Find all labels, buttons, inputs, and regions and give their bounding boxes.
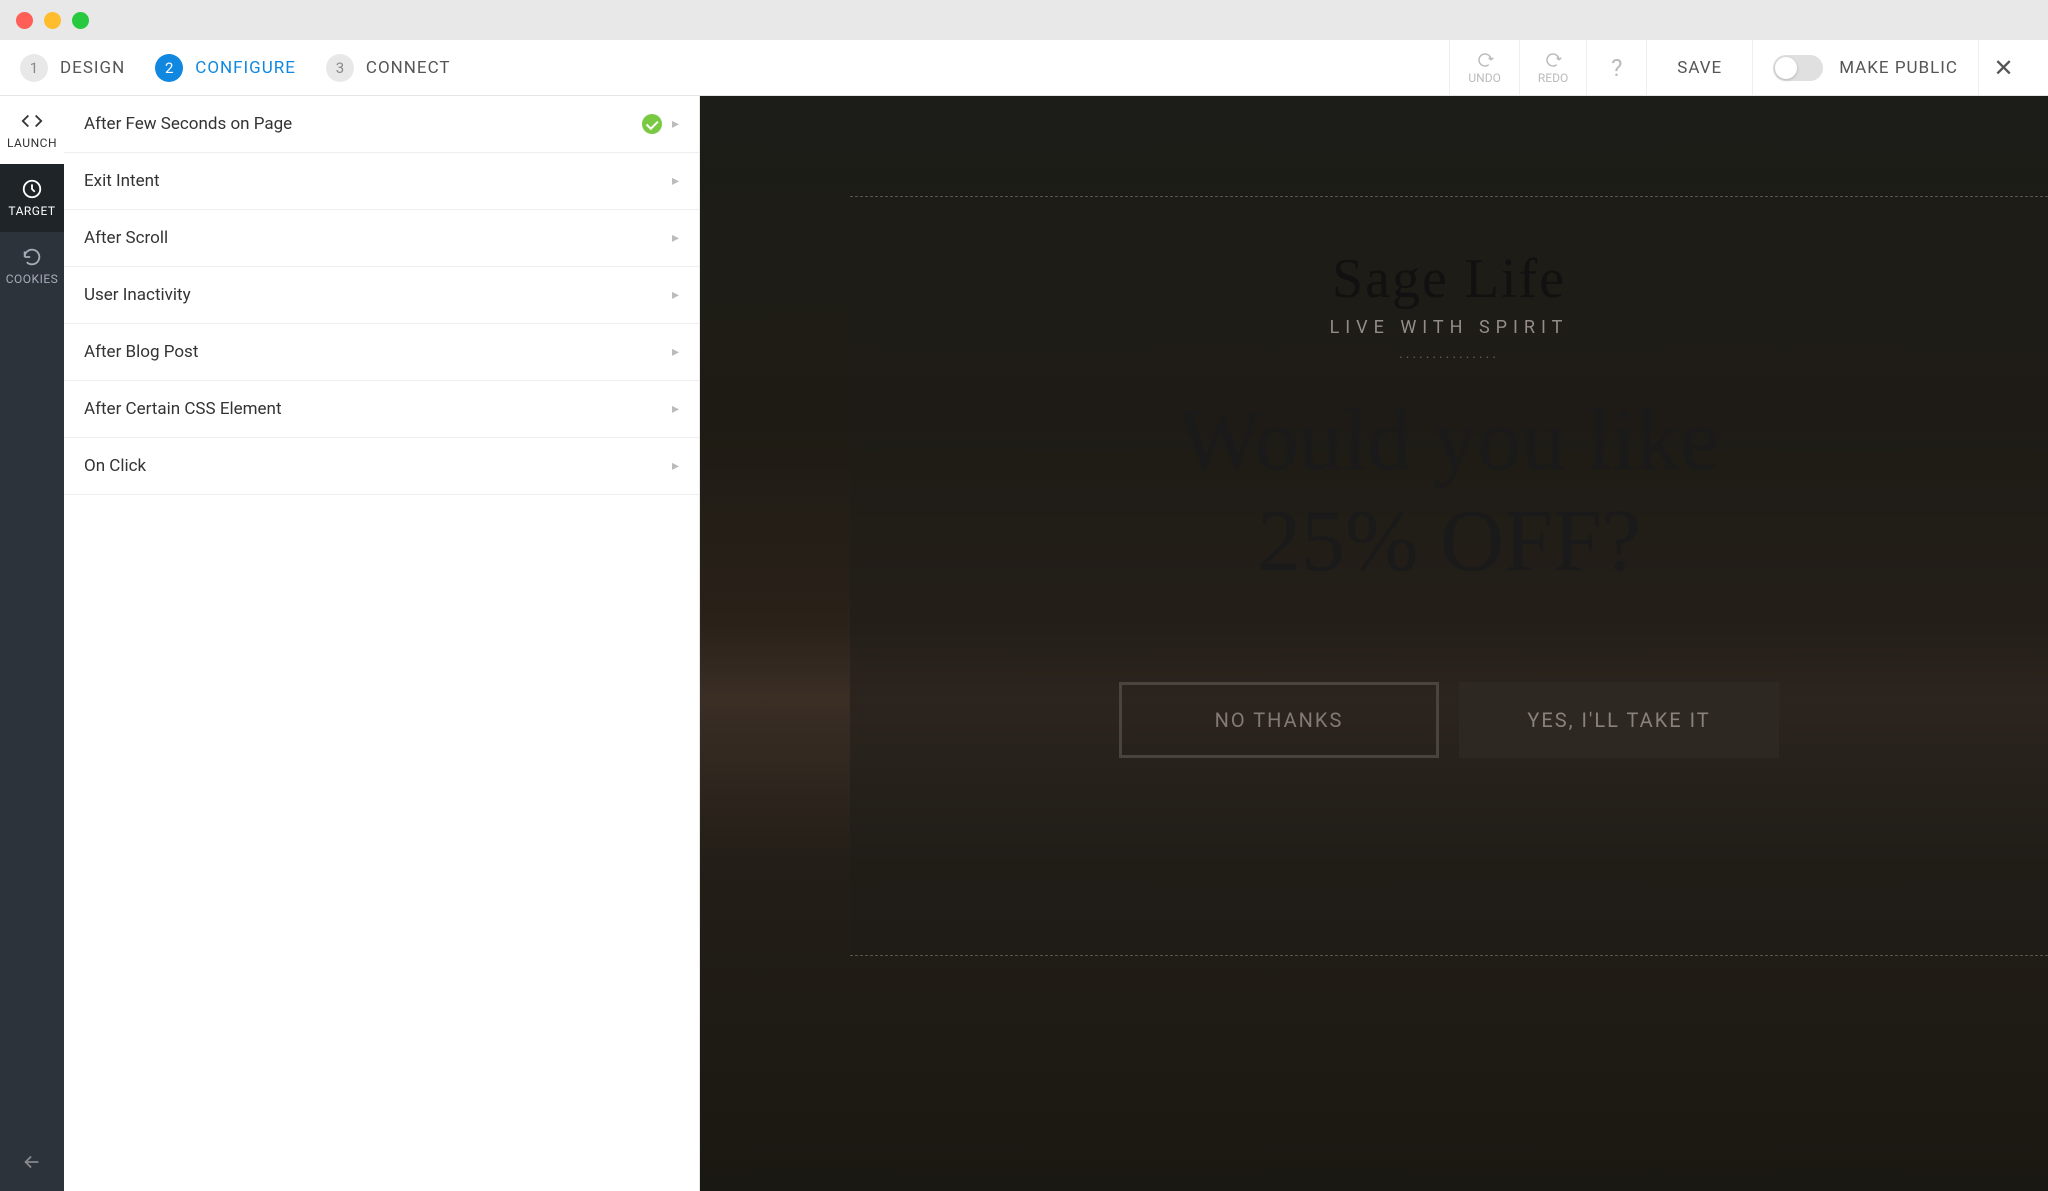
clock-icon <box>21 178 43 200</box>
yes-button[interactable]: YES, I'LL TAKE IT <box>1459 682 1779 758</box>
headline-line1: Would you like <box>1179 390 1719 491</box>
trigger-label: After Few Seconds on Page <box>84 114 292 134</box>
cta-buttons: NO THANKS YES, I'LL TAKE IT <box>1119 682 1779 758</box>
trigger-user-inactivity[interactable]: User Inactivity ▸ <box>64 267 699 324</box>
chevron-right-icon: ▸ <box>672 287 679 303</box>
trigger-label: After Scroll <box>84 228 168 248</box>
chevron-right-icon: ▸ <box>672 173 679 189</box>
wizard-steps: 1 DESIGN 2 CONFIGURE 3 CONNECT <box>20 54 451 82</box>
window-close-dot[interactable] <box>16 12 33 29</box>
chevron-right-icon: ▸ <box>672 116 679 132</box>
check-icon <box>642 114 662 134</box>
main-body: LAUNCH TARGET COOKIES After Few Seconds … <box>0 96 2048 1191</box>
trigger-after-seconds[interactable]: After Few Seconds on Page ▸ <box>64 96 699 153</box>
step-number: 2 <box>155 54 183 82</box>
trigger-after-css-element[interactable]: After Certain CSS Element ▸ <box>64 381 699 438</box>
close-icon: ✕ <box>1993 54 2013 82</box>
popup-preview: Sage Life LIVE WITH SPIRIT ·············… <box>850 196 2048 956</box>
step-number: 1 <box>20 54 48 82</box>
sidebar-back-button[interactable] <box>0 1133 64 1191</box>
preview-logo: Sage Life <box>1332 247 1566 311</box>
redo-button[interactable]: REDO <box>1519 40 1586 95</box>
publish-control: MAKE PUBLIC <box>1752 40 1978 95</box>
sidebar-item-launch[interactable]: LAUNCH <box>0 96 64 164</box>
chevron-right-icon: ▸ <box>672 458 679 474</box>
help-button[interactable]: ? <box>1586 40 1646 95</box>
trigger-on-click[interactable]: On Click ▸ <box>64 438 699 495</box>
top-right-controls: UNDO REDO ? SAVE MAKE PUBLIC ✕ <box>1449 40 2028 95</box>
preview-tagline: LIVE WITH SPIRIT <box>1330 317 1569 338</box>
step-connect[interactable]: 3 CONNECT <box>326 54 451 82</box>
redo-label: REDO <box>1538 71 1568 85</box>
refresh-icon <box>21 246 43 268</box>
step-label: CONFIGURE <box>195 58 296 78</box>
publish-label: MAKE PUBLIC <box>1839 58 1958 78</box>
trigger-label: Exit Intent <box>84 171 160 191</box>
yes-label: YES, I'LL TAKE IT <box>1527 708 1710 732</box>
no-thanks-button[interactable]: NO THANKS <box>1119 682 1439 758</box>
trigger-after-scroll[interactable]: After Scroll ▸ <box>64 210 699 267</box>
divider-dots: ··············· <box>1399 350 1499 366</box>
step-label: CONNECT <box>366 58 451 78</box>
window-titlebar <box>0 0 2048 40</box>
step-design[interactable]: 1 DESIGN <box>20 54 125 82</box>
window-minimize-dot[interactable] <box>44 12 61 29</box>
undo-label: UNDO <box>1468 71 1500 85</box>
save-button[interactable]: SAVE <box>1646 40 1752 95</box>
sidebar-item-target[interactable]: TARGET <box>0 164 64 232</box>
sidebar-label: COOKIES <box>6 272 59 286</box>
trigger-label: After Certain CSS Element <box>84 399 282 419</box>
sidebar-item-cookies[interactable]: COOKIES <box>0 232 64 300</box>
headline-line2: 25% OFF? <box>1179 491 1719 592</box>
step-label: DESIGN <box>60 58 125 78</box>
code-icon <box>21 110 43 132</box>
chevron-right-icon: ▸ <box>672 344 679 360</box>
no-thanks-label: NO THANKS <box>1215 708 1344 732</box>
preview-headline: Would you like 25% OFF? <box>1179 390 1719 592</box>
top-toolbar: 1 DESIGN 2 CONFIGURE 3 CONNECT UNDO REDO <box>0 40 2048 96</box>
redo-icon <box>1544 51 1562 69</box>
toggle-knob <box>1775 57 1797 79</box>
sidebar-label: TARGET <box>8 204 55 218</box>
arrow-left-icon <box>21 1151 43 1173</box>
publish-toggle[interactable] <box>1773 55 1823 81</box>
undo-button[interactable]: UNDO <box>1449 40 1518 95</box>
chevron-right-icon: ▸ <box>672 230 679 246</box>
sidebar-label: LAUNCH <box>7 136 57 150</box>
trigger-label: User Inactivity <box>84 285 191 305</box>
trigger-exit-intent[interactable]: Exit Intent ▸ <box>64 153 699 210</box>
preview-area: Sage Life LIVE WITH SPIRIT ·············… <box>700 96 2048 1191</box>
window-maximize-dot[interactable] <box>72 12 89 29</box>
left-sidebar: LAUNCH TARGET COOKIES <box>0 96 64 1191</box>
trigger-label: After Blog Post <box>84 342 198 362</box>
undo-icon <box>1476 51 1494 69</box>
help-icon: ? <box>1611 54 1622 82</box>
save-label: SAVE <box>1677 58 1722 78</box>
step-configure[interactable]: 2 CONFIGURE <box>155 54 296 82</box>
trigger-after-blog-post[interactable]: After Blog Post ▸ <box>64 324 699 381</box>
close-button[interactable]: ✕ <box>1978 40 2028 95</box>
chevron-right-icon: ▸ <box>672 401 679 417</box>
trigger-panel: After Few Seconds on Page ▸ Exit Intent … <box>64 96 700 1191</box>
trigger-label: On Click <box>84 456 146 476</box>
step-number: 3 <box>326 54 354 82</box>
